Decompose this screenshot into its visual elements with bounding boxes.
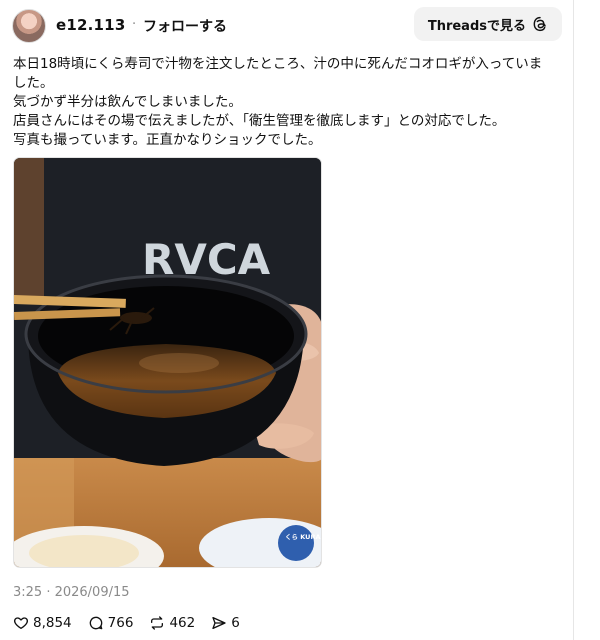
post-line-2: した。	[13, 75, 54, 91]
share-send-icon	[212, 617, 226, 629]
separator-dot: ·	[132, 17, 137, 32]
post-line-5: 写真も撮っています。正直かなりショックでした。	[13, 132, 322, 148]
threads-post-card: e12.113 · フォローする Threadsで見る 本日18時頃にくら寿司で…	[0, 0, 574, 640]
action-bar: 8,854 766 462 6	[13, 613, 240, 633]
reply-count: 766	[107, 615, 134, 631]
share-count: 6	[231, 615, 240, 631]
post-timestamp[interactable]: 3:25 · 2026/09/15	[13, 585, 130, 600]
post-header: e12.113 · フォローする Threadsで見る	[12, 7, 562, 43]
reply-button[interactable]: 766	[88, 613, 134, 633]
threads-logo-icon	[533, 16, 546, 32]
repost-count: 462	[169, 615, 196, 631]
post-line-4: 店員さんにはその場で伝えましたが、「衛生管理を徹底します」との対応でした。	[13, 113, 506, 129]
post-text: 本日18時頃にくら寿司で汁物を注文したところ、汁の中に死んだコオロギが入っていま…	[13, 55, 558, 150]
open-in-threads-label: Threadsで見る	[427, 18, 526, 34]
follow-button[interactable]: フォローする	[143, 16, 227, 36]
repost-button[interactable]: 462	[149, 613, 195, 633]
comment-bubble-icon	[89, 616, 102, 630]
repost-arrows-icon	[151, 616, 164, 630]
like-count: 8,854	[33, 615, 72, 631]
open-in-threads-button[interactable]: Threadsで見る	[413, 7, 562, 41]
like-button[interactable]: 8,854	[13, 613, 72, 633]
heart-icon	[14, 617, 28, 629]
avatar[interactable]	[12, 9, 46, 43]
plate-logo-text: くら KURA	[285, 533, 321, 541]
post-photo[interactable]: RVCA くら KURA	[13, 157, 322, 568]
post-line-1: 本日18時頃にくら寿司で汁物を注文したところ、汁の中に死んだコオロギが入っていま	[13, 56, 543, 72]
post-line-3: 気づかず半分は飲んでしまいました。	[13, 94, 242, 110]
share-button[interactable]: 6	[211, 613, 240, 633]
username[interactable]: e12.113	[56, 16, 125, 34]
soup-bowl-photo: RVCA くら KURA	[14, 158, 321, 567]
